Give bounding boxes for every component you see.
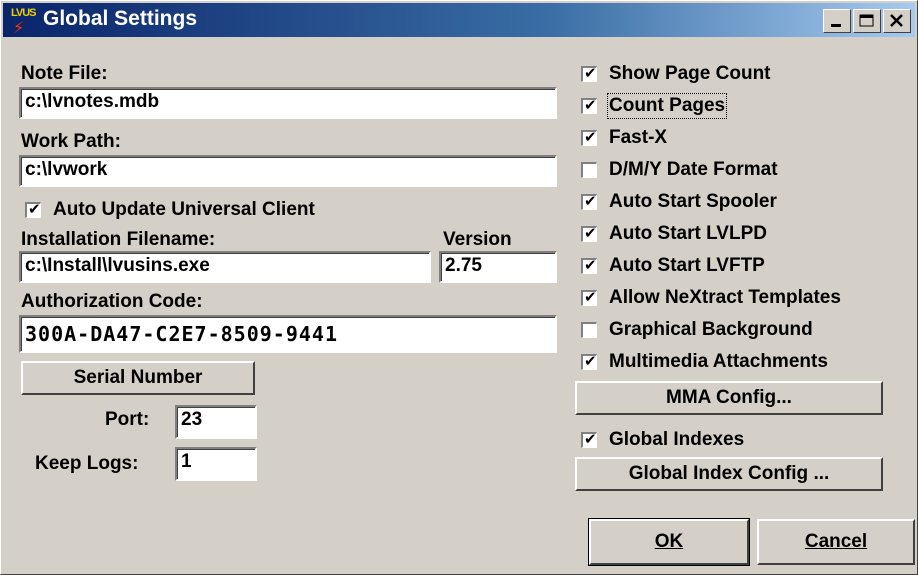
checkmark-icon: ✔ [584, 193, 597, 210]
option-checkbox[interactable]: ✔ Auto Start LVLPD [581, 223, 767, 245]
checkmark-icon: ✔ [584, 289, 597, 306]
auth-code-input[interactable]: 300A-DA47-C2E7-8509-9441 [19, 315, 557, 353]
close-button[interactable] [883, 9, 911, 33]
checkmark-icon: ✔ [584, 353, 597, 370]
global-settings-dialog: LVUS ⚡ Global Settings Note File: c:\lvn… [0, 0, 918, 575]
work-path-input[interactable]: c:\lvwork [19, 155, 557, 187]
title-bar[interactable]: LVUS ⚡ Global Settings [3, 3, 915, 37]
option-checkbox[interactable]: ✔ Count Pages [581, 93, 728, 119]
option-checkbox[interactable]: ✔ Auto Start LVFTP [581, 255, 765, 277]
note-file-input[interactable]: c:\lvnotes.mdb [19, 87, 557, 119]
option-label: Auto Start Spooler [609, 191, 777, 212]
install-filename-label: Installation Filename: [21, 229, 216, 250]
serial-number-button[interactable]: Serial Number [21, 361, 255, 395]
option-label: D/M/Y Date Format [609, 159, 778, 180]
option-checkbox[interactable]: ✔ Allow NeXtract Templates [581, 287, 841, 309]
note-file-label: Note File: [21, 63, 108, 84]
option-checkbox[interactable]: ✔ Fast-X [581, 127, 667, 149]
global-index-config-button[interactable]: Global Index Config ... [575, 457, 883, 491]
option-label: Show Page Count [609, 63, 771, 84]
checkmark-icon: ✔ [584, 257, 597, 274]
port-input[interactable]: 23 [175, 405, 257, 439]
keep-logs-input[interactable]: 1 [175, 447, 257, 481]
checkmark-icon: ✔ [584, 97, 597, 114]
maximize-button[interactable] [853, 9, 881, 33]
checkmark-icon: ✔ [584, 65, 597, 82]
global-indexes-checkbox[interactable]: ✔ Global Indexes [581, 429, 744, 451]
option-label: Graphical Background [609, 319, 813, 340]
lvus-app-icon: LVUS ⚡ [11, 7, 37, 37]
option-label: Fast-X [609, 127, 668, 148]
work-path-label: Work Path: [21, 131, 121, 152]
option-checkbox[interactable]: D/M/Y Date Format [581, 159, 778, 181]
checkmark-icon: ✔ [584, 129, 597, 146]
checkmark-icon: ✔ [28, 201, 41, 218]
option-checkbox[interactable]: ✔ Auto Start Spooler [581, 191, 777, 213]
mma-config-button[interactable]: MMA Config... [575, 381, 883, 415]
option-checkbox[interactable]: ✔ Show Page Count [581, 63, 771, 85]
window-title: Global Settings [43, 7, 198, 30]
option-checkbox[interactable]: ✔ Multimedia Attachments [581, 351, 828, 373]
close-icon [890, 14, 903, 27]
ok-button[interactable]: OK [588, 518, 750, 566]
install-filename-input[interactable]: c:\Install\lvusins.exe [19, 251, 431, 283]
auth-code-label: Authorization Code: [21, 291, 203, 312]
version-input[interactable]: 2.75 [439, 251, 557, 283]
auto-update-checkbox[interactable]: ✔ Auto Update Universal Client [25, 199, 315, 221]
keep-logs-label: Keep Logs: [35, 453, 139, 474]
option-label: Auto Start LVLPD [609, 223, 767, 244]
minimize-button[interactable] [823, 9, 851, 33]
cancel-button[interactable]: Cancel [757, 519, 915, 565]
option-label: Multimedia Attachments [609, 351, 828, 372]
checkmark-icon: ✔ [584, 431, 597, 448]
option-label: Allow NeXtract Templates [609, 287, 841, 308]
minimize-icon [831, 24, 841, 27]
port-label: Port: [105, 409, 150, 430]
checkmark-icon: ✔ [584, 225, 597, 242]
version-label: Version [443, 229, 512, 250]
maximize-icon [859, 14, 874, 27]
option-checkbox[interactable]: Graphical Background [581, 319, 813, 341]
option-label: Auto Start LVFTP [609, 255, 765, 276]
option-label: Count Pages [606, 93, 728, 119]
